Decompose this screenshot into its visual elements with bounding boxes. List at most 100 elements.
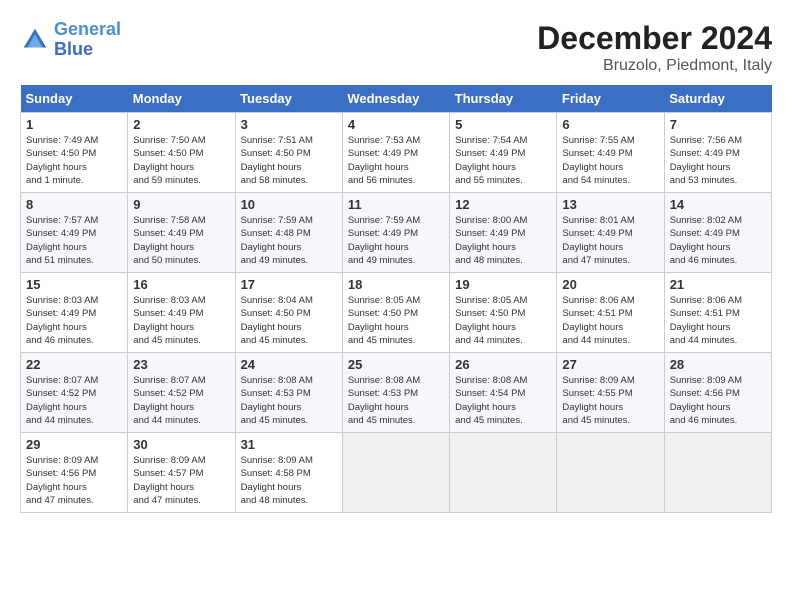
calendar-day-cell: 19 Sunrise: 8:05 AMSunset: 4:50 PMDayligh… bbox=[450, 273, 557, 353]
day-number: 16 bbox=[133, 277, 229, 292]
calendar-day-cell: 26 Sunrise: 8:08 AMSunset: 4:54 PMDayligh… bbox=[450, 353, 557, 433]
day-number: 4 bbox=[348, 117, 444, 132]
calendar-day-cell: 15 Sunrise: 8:03 AMSunset: 4:49 PMDayligh… bbox=[21, 273, 128, 353]
day-info: Sunrise: 8:09 AMSunset: 4:56 PMDaylight … bbox=[670, 375, 742, 426]
month-title: December 2024 bbox=[537, 20, 772, 57]
logo-icon bbox=[20, 25, 50, 55]
day-info: Sunrise: 8:06 AMSunset: 4:51 PMDaylight … bbox=[670, 295, 742, 346]
day-info: Sunrise: 8:08 AMSunset: 4:54 PMDaylight … bbox=[455, 375, 527, 426]
day-number: 29 bbox=[26, 437, 122, 452]
calendar-day-cell: 9 Sunrise: 7:58 AMSunset: 4:49 PMDaylight… bbox=[128, 193, 235, 273]
logo: General Blue bbox=[20, 20, 121, 60]
calendar-day-cell: 25 Sunrise: 8:08 AMSunset: 4:53 PMDayligh… bbox=[342, 353, 449, 433]
day-info: Sunrise: 8:09 AMSunset: 4:55 PMDaylight … bbox=[562, 375, 634, 426]
weekday-header-sunday: Sunday bbox=[21, 85, 128, 113]
day-number: 17 bbox=[241, 277, 337, 292]
calendar-day-cell: 4 Sunrise: 7:53 AMSunset: 4:49 PMDaylight… bbox=[342, 113, 449, 193]
day-info: Sunrise: 8:05 AMSunset: 4:50 PMDaylight … bbox=[348, 295, 420, 346]
day-number: 19 bbox=[455, 277, 551, 292]
day-number: 15 bbox=[26, 277, 122, 292]
calendar-day-cell: 27 Sunrise: 8:09 AMSunset: 4:55 PMDayligh… bbox=[557, 353, 664, 433]
day-info: Sunrise: 7:53 AMSunset: 4:49 PMDaylight … bbox=[348, 135, 420, 186]
day-number: 13 bbox=[562, 197, 658, 212]
calendar-day-cell: 7 Sunrise: 7:56 AMSunset: 4:49 PMDaylight… bbox=[664, 113, 771, 193]
day-number: 26 bbox=[455, 357, 551, 372]
calendar-week-row: 29 Sunrise: 8:09 AMSunset: 4:56 PMDayligh… bbox=[21, 433, 772, 513]
calendar-day-cell: 30 Sunrise: 8:09 AMSunset: 4:57 PMDayligh… bbox=[128, 433, 235, 513]
empty-cell bbox=[342, 433, 449, 513]
day-number: 23 bbox=[133, 357, 229, 372]
day-info: Sunrise: 7:55 AMSunset: 4:49 PMDaylight … bbox=[562, 135, 634, 186]
calendar-day-cell: 23Sunrise: 8:07 AMSunset: 4:52 PMDayligh… bbox=[128, 353, 235, 433]
day-number: 9 bbox=[133, 197, 229, 212]
day-info: Sunrise: 7:57 AMSunset: 4:49 PMDaylight … bbox=[26, 215, 98, 266]
day-info: Sunrise: 8:05 AMSunset: 4:50 PMDaylight … bbox=[455, 295, 527, 346]
day-number: 30 bbox=[133, 437, 229, 452]
day-info: Sunrise: 8:02 AMSunset: 4:49 PMDaylight … bbox=[670, 215, 742, 266]
day-info: Sunrise: 8:03 AMSunset: 4:49 PMDaylight … bbox=[26, 295, 98, 346]
day-number: 10 bbox=[241, 197, 337, 212]
calendar-day-cell: 11 Sunrise: 7:59 AMSunset: 4:49 PMDayligh… bbox=[342, 193, 449, 273]
calendar-day-cell: 10 Sunrise: 7:59 AMSunset: 4:48 PMDayligh… bbox=[235, 193, 342, 273]
empty-cell bbox=[557, 433, 664, 513]
day-info: Sunrise: 8:09 AMSunset: 4:58 PMDaylight … bbox=[241, 455, 313, 506]
day-info: Sunrise: 7:49 AMSunset: 4:50 PMDaylight … bbox=[26, 135, 98, 186]
calendar-day-cell: 28 Sunrise: 8:09 AMSunset: 4:56 PMDayligh… bbox=[664, 353, 771, 433]
day-number: 20 bbox=[562, 277, 658, 292]
logo-text: General Blue bbox=[54, 20, 121, 60]
day-number: 6 bbox=[562, 117, 658, 132]
day-info: Sunrise: 8:08 AMSunset: 4:53 PMDaylight … bbox=[348, 375, 420, 426]
day-info: Sunrise: 8:08 AMSunset: 4:53 PMDaylight … bbox=[241, 375, 313, 426]
title-block: December 2024 Bruzolo, Piedmont, Italy bbox=[537, 20, 772, 75]
day-number: 25 bbox=[348, 357, 444, 372]
calendar-day-cell: 6 Sunrise: 7:55 AMSunset: 4:49 PMDaylight… bbox=[557, 113, 664, 193]
day-info: Sunrise: 8:09 AMSunset: 4:57 PMDaylight … bbox=[133, 455, 205, 506]
day-info: Sunrise: 7:59 AMSunset: 4:49 PMDaylight … bbox=[348, 215, 420, 266]
calendar-day-cell: 1Sunrise: 7:49 AMSunset: 4:50 PMDaylight… bbox=[21, 113, 128, 193]
weekday-header-monday: Monday bbox=[128, 85, 235, 113]
day-number: 28 bbox=[670, 357, 766, 372]
calendar-day-cell: 12Sunrise: 8:00 AMSunset: 4:49 PMDayligh… bbox=[450, 193, 557, 273]
day-info: Sunrise: 7:59 AMSunset: 4:48 PMDaylight … bbox=[241, 215, 313, 266]
day-info: Sunrise: 8:06 AMSunset: 4:51 PMDaylight … bbox=[562, 295, 634, 346]
calendar-week-row: 8 Sunrise: 7:57 AMSunset: 4:49 PMDaylight… bbox=[21, 193, 772, 273]
calendar-day-cell: 21 Sunrise: 8:06 AMSunset: 4:51 PMDayligh… bbox=[664, 273, 771, 353]
calendar-day-cell: 14 Sunrise: 8:02 AMSunset: 4:49 PMDayligh… bbox=[664, 193, 771, 273]
page-header: General Blue December 2024 Bruzolo, Pied… bbox=[20, 20, 772, 75]
day-number: 21 bbox=[670, 277, 766, 292]
calendar-day-cell: 31Sunrise: 8:09 AMSunset: 4:58 PMDayligh… bbox=[235, 433, 342, 513]
day-info: Sunrise: 7:58 AMSunset: 4:49 PMDaylight … bbox=[133, 215, 205, 266]
day-info: Sunrise: 8:04 AMSunset: 4:50 PMDaylight … bbox=[241, 295, 313, 346]
location: Bruzolo, Piedmont, Italy bbox=[537, 57, 772, 75]
day-number: 5 bbox=[455, 117, 551, 132]
day-number: 27 bbox=[562, 357, 658, 372]
calendar-table: SundayMondayTuesdayWednesdayThursdayFrid… bbox=[20, 85, 772, 513]
day-number: 22 bbox=[26, 357, 122, 372]
day-info: Sunrise: 7:54 AMSunset: 4:49 PMDaylight … bbox=[455, 135, 527, 186]
weekday-header-row: SundayMondayTuesdayWednesdayThursdayFrid… bbox=[21, 85, 772, 113]
calendar-week-row: 22 Sunrise: 8:07 AMSunset: 4:52 PMDayligh… bbox=[21, 353, 772, 433]
day-info: Sunrise: 7:51 AMSunset: 4:50 PMDaylight … bbox=[241, 135, 313, 186]
day-info: Sunrise: 8:03 AMSunset: 4:49 PMDaylight … bbox=[133, 295, 205, 346]
day-info: Sunrise: 7:50 AMSunset: 4:50 PMDaylight … bbox=[133, 135, 205, 186]
day-number: 24 bbox=[241, 357, 337, 372]
day-info: Sunrise: 8:09 AMSunset: 4:56 PMDaylight … bbox=[26, 455, 98, 506]
calendar-day-cell: 20 Sunrise: 8:06 AMSunset: 4:51 PMDayligh… bbox=[557, 273, 664, 353]
calendar-day-cell: 2 Sunrise: 7:50 AMSunset: 4:50 PMDaylight… bbox=[128, 113, 235, 193]
day-number: 14 bbox=[670, 197, 766, 212]
day-number: 11 bbox=[348, 197, 444, 212]
calendar-day-cell: 13Sunrise: 8:01 AMSunset: 4:49 PMDayligh… bbox=[557, 193, 664, 273]
empty-cell bbox=[664, 433, 771, 513]
day-number: 3 bbox=[241, 117, 337, 132]
calendar-day-cell: 17 Sunrise: 8:04 AMSunset: 4:50 PMDayligh… bbox=[235, 273, 342, 353]
day-info: Sunrise: 8:07 AMSunset: 4:52 PMDaylight … bbox=[26, 375, 98, 426]
day-info: Sunrise: 7:56 AMSunset: 4:49 PMDaylight … bbox=[670, 135, 742, 186]
calendar-day-cell: 18Sunrise: 8:05 AMSunset: 4:50 PMDayligh… bbox=[342, 273, 449, 353]
calendar-day-cell: 22 Sunrise: 8:07 AMSunset: 4:52 PMDayligh… bbox=[21, 353, 128, 433]
day-number: 7 bbox=[670, 117, 766, 132]
day-number: 2 bbox=[133, 117, 229, 132]
day-number: 8 bbox=[26, 197, 122, 212]
weekday-header-friday: Friday bbox=[557, 85, 664, 113]
calendar-day-cell: 16 Sunrise: 8:03 AMSunset: 4:49 PMDayligh… bbox=[128, 273, 235, 353]
calendar-week-row: 1Sunrise: 7:49 AMSunset: 4:50 PMDaylight… bbox=[21, 113, 772, 193]
